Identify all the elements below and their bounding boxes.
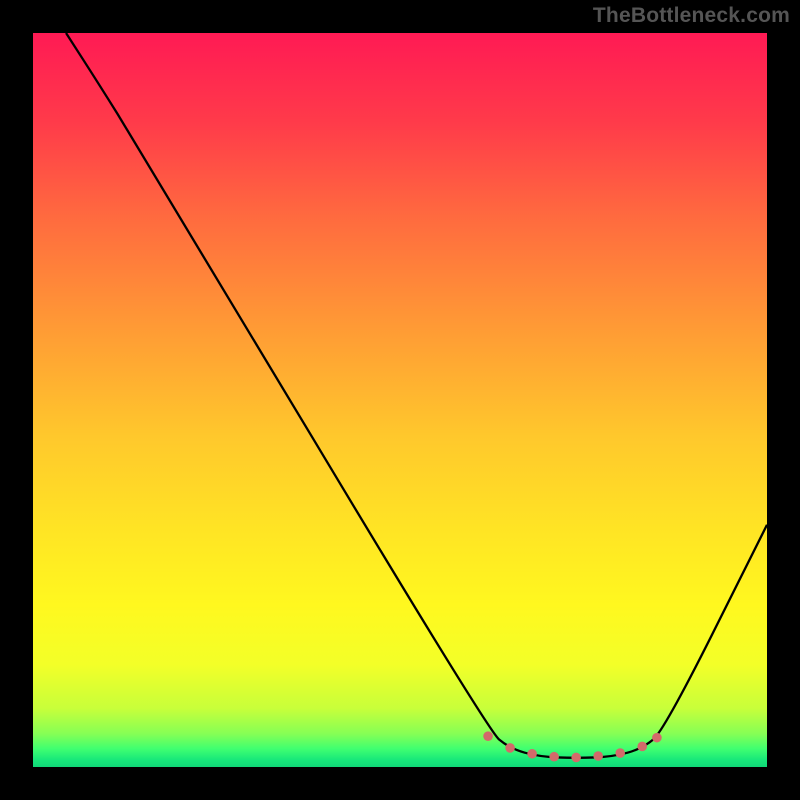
curve-layer — [33, 33, 767, 767]
valley-marker — [527, 749, 537, 759]
plot-area — [33, 33, 767, 767]
bottleneck-curve — [66, 33, 767, 758]
valley-marker — [652, 733, 662, 743]
valley-marker — [637, 742, 647, 752]
valley-marker — [549, 752, 559, 762]
valley-markers — [483, 731, 661, 762]
valley-marker — [593, 751, 603, 761]
valley-marker — [483, 731, 493, 741]
chart-container: TheBottleneck.com — [0, 0, 800, 800]
valley-marker — [505, 743, 515, 753]
valley-marker — [571, 753, 581, 763]
watermark-text: TheBottleneck.com — [593, 4, 790, 28]
valley-marker — [615, 748, 625, 758]
